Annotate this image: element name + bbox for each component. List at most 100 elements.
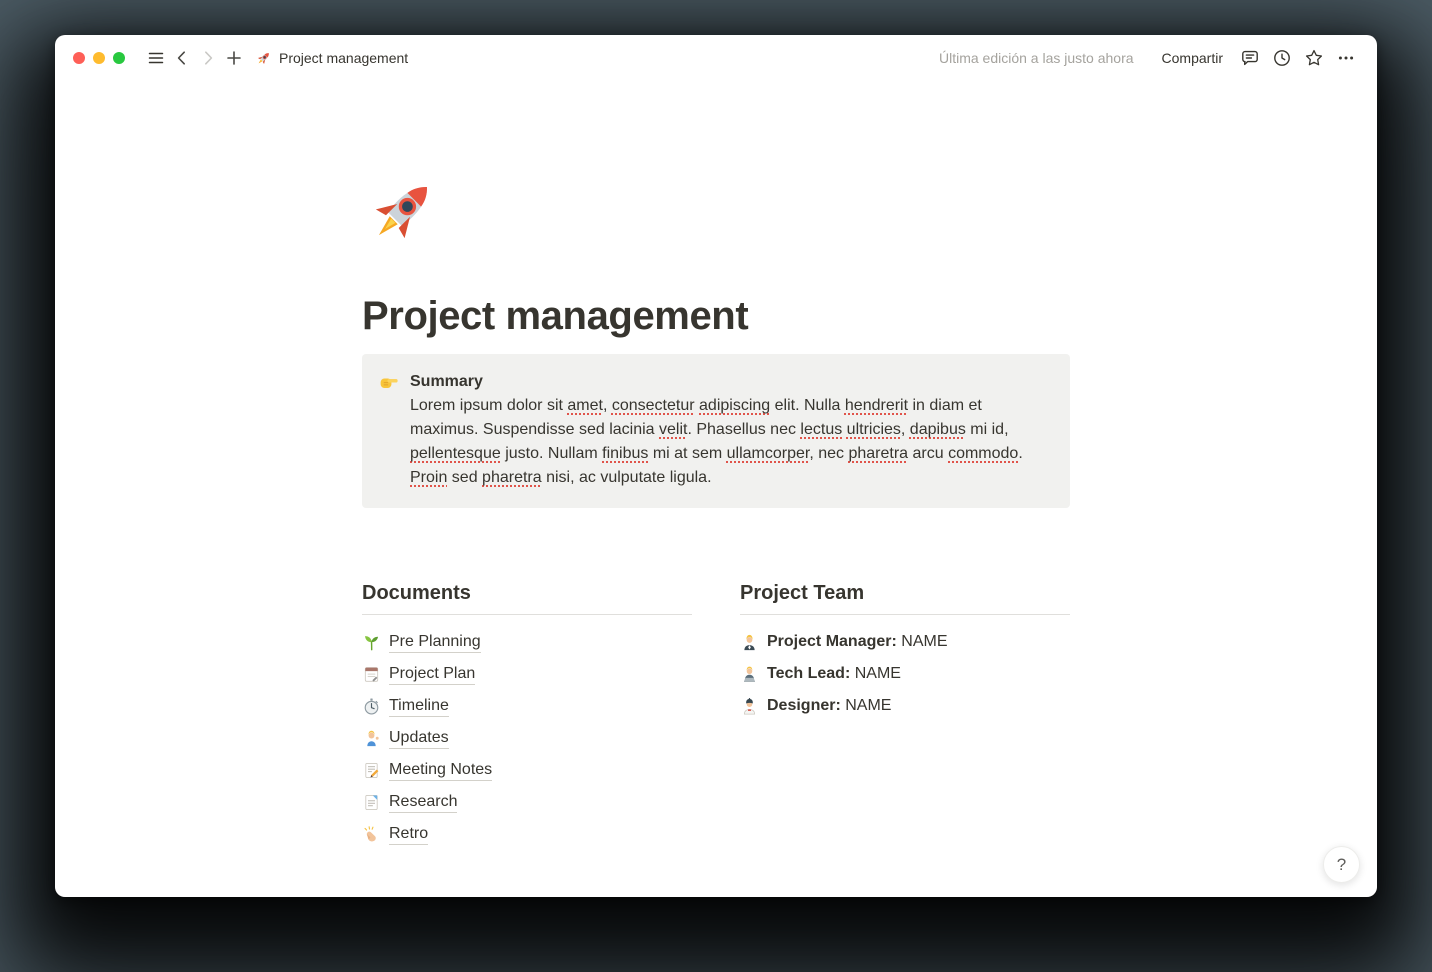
app-window: Project management Última edición a las … <box>55 35 1377 897</box>
star-icon <box>1304 48 1324 68</box>
chevron-right-icon <box>199 49 217 67</box>
divider <box>362 614 692 615</box>
woman-office-worker-icon <box>740 633 759 652</box>
person-tipping-hand-icon <box>362 729 381 748</box>
callout-text-segment: . Phasellus nec <box>687 421 801 438</box>
document-link-row: Research <box>362 786 692 818</box>
zoom-button[interactable] <box>113 52 125 64</box>
technologist-icon <box>740 665 759 684</box>
misspelled-word: amet <box>567 397 603 414</box>
team-heading: Project Team <box>740 582 865 604</box>
help-button[interactable]: ? <box>1323 846 1360 883</box>
callout-text-segment: , <box>900 421 910 438</box>
callout-text-segment: sed <box>447 469 483 486</box>
ellipsis-icon <box>1336 48 1356 68</box>
clock-icon <box>1272 48 1292 68</box>
bookmark-tabs-icon <box>362 793 381 812</box>
callout-text-segment: mi at sem <box>648 445 727 462</box>
misspelled-word: ultricies <box>846 421 901 438</box>
document-link[interactable]: Timeline <box>389 695 449 717</box>
misspelled-word: Proin <box>410 469 448 486</box>
callout-text-segment: nisi, ac vulputate ligula. <box>541 469 712 486</box>
team-member-role: Project Manager: <box>767 633 902 650</box>
document-link-row: Retro <box>362 818 692 850</box>
window-controls <box>73 52 125 64</box>
misspelled-word: ullamcorper <box>726 445 810 462</box>
stopwatch-icon <box>362 697 381 716</box>
team-section: Project Team Project Manager: NAME Tech L… <box>740 580 1070 850</box>
breadcrumb-title: Project management <box>279 50 409 66</box>
comments-button[interactable] <box>1237 45 1263 71</box>
documents-section: Documents Pre Planning Project Plan Timeli… <box>362 580 692 850</box>
team-member-name: NAME <box>854 665 901 682</box>
callout-text: Summary Lorem ipsum dolor sit amet, cons… <box>410 370 1054 490</box>
chevron-left-icon <box>173 49 191 67</box>
summary-callout: Summary Lorem ipsum dolor sit amet, cons… <box>362 354 1070 508</box>
team-member-name: NAME <box>901 633 948 650</box>
last-edited-label: Última edición a las justo ahora <box>938 50 1134 66</box>
document-link-row: Timeline <box>362 690 692 722</box>
misspelled-word: lectus <box>800 421 843 438</box>
plus-icon <box>225 49 243 67</box>
page-content: Project management Summary Lorem ipsum d… <box>55 81 1377 897</box>
callout-text-segment: justo. Nullam <box>500 445 603 462</box>
team-member-row: Project Manager: NAME <box>740 626 1070 658</box>
document-link[interactable]: Research <box>389 791 458 813</box>
misspelled-word: finibus <box>602 445 649 462</box>
favorite-button[interactable] <box>1301 45 1327 71</box>
notepad-icon <box>362 665 381 684</box>
documents-list: Pre Planning Project Plan Timeline Updates M… <box>362 626 692 850</box>
document-link-row: Project Plan <box>362 658 692 690</box>
team-member-role: Designer: <box>767 697 846 714</box>
callout-text-segment: arcu <box>908 445 949 462</box>
team-member-row: Designer: NAME <box>740 690 1070 722</box>
callout-text-segment: mi id, <box>965 421 1009 438</box>
document-link[interactable]: Meeting Notes <box>389 759 493 781</box>
misspelled-word: pellentesque <box>410 445 501 462</box>
minimize-button[interactable] <box>93 52 105 64</box>
misspelled-word: pharetra <box>482 469 542 486</box>
breadcrumb[interactable]: Project management <box>255 50 408 67</box>
misspelled-word: hendrerit <box>844 397 909 414</box>
callout-pointing-right-icon[interactable] <box>378 371 400 393</box>
page-icon-rocket[interactable] <box>362 172 442 252</box>
share-button[interactable]: Compartir <box>1154 46 1231 70</box>
team-member-text: Project Manager: NAME <box>767 633 948 651</box>
misspelled-word: commodo <box>948 445 1019 462</box>
document-link[interactable]: Pre Planning <box>389 631 481 653</box>
forward-button[interactable] <box>195 45 221 71</box>
close-button[interactable] <box>73 52 85 64</box>
more-options-button[interactable] <box>1333 45 1359 71</box>
callout-text-segment: elit. Nulla <box>770 397 845 414</box>
document-link-row: Updates <box>362 722 692 754</box>
sidebar-menu-button[interactable] <box>143 45 169 71</box>
document-link[interactable]: Project Plan <box>389 663 476 685</box>
team-list: Project Manager: NAME Tech Lead: NAME Desi… <box>740 626 1070 722</box>
callout-text-segment: , nec <box>809 445 849 462</box>
document-link[interactable]: Updates <box>389 727 449 749</box>
callout-body: Lorem ipsum dolor sit amet, consectetur … <box>410 394 1054 490</box>
callout-text-segment: Lorem ipsum dolor sit <box>410 397 568 414</box>
seedling-icon <box>362 633 381 652</box>
document-link-row: Pre Planning <box>362 626 692 658</box>
misspelled-word: pharetra <box>848 445 909 462</box>
team-member-name: NAME <box>845 697 892 714</box>
hamburger-menu-icon <box>147 49 165 67</box>
misspelled-word: dapibus <box>909 421 966 438</box>
artist-icon <box>740 697 759 716</box>
back-button[interactable] <box>169 45 195 71</box>
history-button[interactable] <box>1269 45 1295 71</box>
titlebar: Project management Última edición a las … <box>55 35 1377 81</box>
document-link-row: Meeting Notes <box>362 754 692 786</box>
page-title[interactable]: Project management <box>362 294 1070 338</box>
comment-bubble-icon <box>1240 48 1260 68</box>
team-member-text: Designer: NAME <box>767 697 891 715</box>
misspelled-word: consectetur <box>611 397 695 414</box>
document-link[interactable]: Retro <box>389 823 429 845</box>
callout-text-segment: , <box>602 397 612 414</box>
memo-icon <box>362 761 381 780</box>
callout-heading: Summary <box>410 373 483 390</box>
new-page-button[interactable] <box>221 45 247 71</box>
rocket-icon <box>255 50 272 67</box>
divider <box>740 614 1070 615</box>
